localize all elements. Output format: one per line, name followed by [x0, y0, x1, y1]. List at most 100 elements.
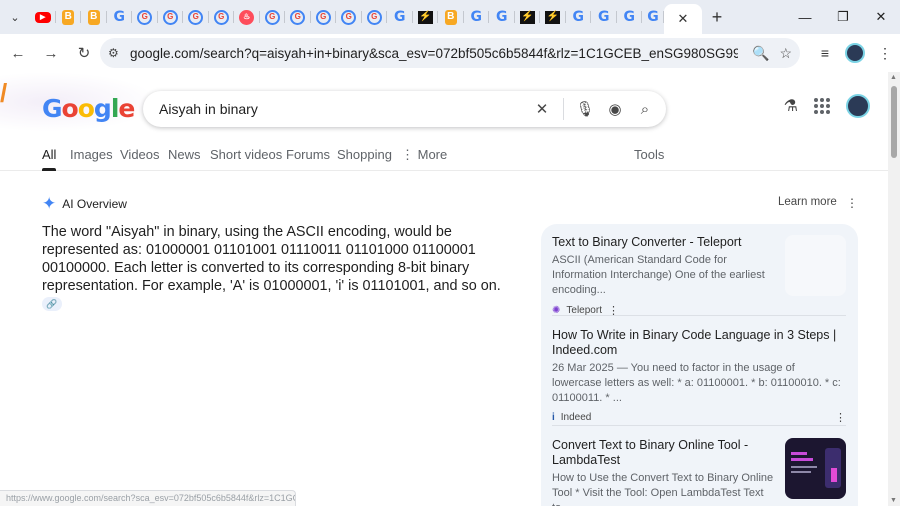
minimize-button[interactable]: — — [786, 0, 824, 34]
source-divider — [552, 425, 846, 426]
forward-button[interactable]: → — [36, 38, 66, 68]
address-bar[interactable]: ⚙ google.com/search?q=aisyah+in+binary&s… — [100, 38, 800, 68]
browser-toolbar: ← → ↻ ⚙ google.com/search?q=aisyah+in+bi… — [0, 34, 900, 72]
tab[interactable]: G — [260, 0, 286, 34]
source-thumbnail[interactable] — [785, 235, 846, 296]
arrow-left-icon: ← — [10, 44, 26, 62]
close-icon: ✕ — [677, 11, 689, 26]
ai-overview-body: The word "Aisyah" in binary, using the A… — [42, 223, 520, 313]
tab[interactable]: B — [56, 0, 82, 34]
tab[interactable]: G — [132, 0, 158, 34]
tab[interactable]: ♨ — [234, 0, 260, 34]
x-icon: ⚡ — [519, 10, 535, 24]
x-icon: ⚡ — [545, 10, 561, 24]
tab[interactable]: G — [464, 0, 490, 34]
tab-videos[interactable]: Videos — [120, 147, 160, 162]
scroll-down-icon[interactable]: ▼ — [890, 497, 897, 504]
apps-grid-icon[interactable] — [814, 98, 830, 114]
bookmark-star-icon[interactable]: ☆ — [779, 45, 792, 62]
tab-images[interactable]: Images — [70, 147, 113, 162]
ai-sources-panel: Text to Binary Converter - Teleport ASCI… — [541, 224, 858, 506]
google-icon: G — [647, 9, 659, 25]
account-avatar[interactable] — [846, 94, 870, 118]
clear-search-button[interactable]: ✕ — [533, 100, 551, 118]
blogger-icon: B — [444, 9, 457, 25]
tab[interactable]: G — [642, 0, 664, 34]
flask-icon[interactable]: ⚗ — [784, 96, 798, 116]
source-card[interactable]: How To Write in Binary Code Language in … — [552, 328, 846, 424]
ai-overview-header: ✦ AI Overview — [42, 194, 127, 214]
tab[interactable]: G — [285, 0, 311, 34]
tab[interactable]: B — [438, 0, 464, 34]
source-divider — [552, 315, 846, 316]
youtube-icon: ▶ — [34, 11, 51, 23]
tab[interactable]: G — [209, 0, 235, 34]
tab[interactable]: G — [336, 0, 362, 34]
tab[interactable]: G — [362, 0, 388, 34]
site-settings-icon[interactable]: ⚙ — [108, 46, 128, 60]
google-lens-icon: G — [341, 9, 357, 25]
close-window-button[interactable]: ✕ — [862, 0, 900, 34]
kebab-menu-icon[interactable]: ⋮ — [835, 411, 846, 424]
profile-button[interactable] — [840, 38, 870, 68]
link-icon[interactable]: 🔗 — [42, 297, 62, 312]
tab[interactable]: G — [387, 0, 413, 34]
search-icon[interactable]: ⌕ — [636, 100, 654, 118]
google-icon: G — [623, 9, 636, 25]
google-lens-icon: G — [290, 9, 306, 25]
search-divider — [563, 98, 564, 120]
tab[interactable]: G — [617, 0, 643, 34]
tab-forums[interactable]: Forums — [286, 147, 330, 162]
scrollbar-thumb[interactable] — [891, 86, 897, 158]
new-tab-button[interactable]: + — [702, 0, 732, 34]
source-title[interactable]: Text to Binary Converter - Teleport — [552, 235, 778, 250]
tab[interactable]: ⚡ — [515, 0, 541, 34]
learn-more-link[interactable]: Learn more — [778, 196, 837, 208]
tab[interactable]: ⚡ — [540, 0, 566, 34]
tab[interactable]: G — [107, 0, 133, 34]
tab[interactable]: G — [489, 0, 515, 34]
google-icon: G — [394, 9, 406, 25]
restore-icon: ❐ — [837, 9, 849, 24]
window-controls: — ❐ ✕ — [786, 0, 900, 34]
google-lens-icon: G — [264, 9, 280, 25]
search-nav-tabs: All Images Videos News Short videos Foru… — [0, 144, 888, 171]
tab[interactable]: ▶ — [30, 0, 56, 34]
page-scrollbar[interactable]: ▲ ▼ — [888, 72, 900, 506]
tools-button[interactable]: Tools — [634, 147, 664, 162]
zoom-icon[interactable]: 🔍 — [752, 45, 769, 62]
reload-button[interactable]: ↻ — [69, 38, 99, 68]
tab[interactable]: G — [311, 0, 337, 34]
search-input[interactable]: Aisyah in binary — [159, 101, 533, 117]
back-button[interactable]: ← — [3, 38, 33, 68]
restore-button[interactable]: ❐ — [824, 0, 862, 34]
media-controls-button[interactable]: ≡ — [810, 38, 840, 68]
tab[interactable]: G — [591, 0, 617, 34]
search-box[interactable]: Aisyah in binary ✕ 🎙 ◉ ⌕ — [143, 91, 666, 127]
microphone-icon[interactable]: 🎙 — [575, 100, 594, 118]
scroll-up-icon[interactable]: ▲ — [890, 74, 897, 81]
tab[interactable]: ⚡ — [413, 0, 439, 34]
ai-overview-options-icon[interactable]: ⋮ — [846, 196, 858, 210]
google-lens-icon: G — [366, 9, 382, 25]
source-thumbnail[interactable] — [785, 438, 846, 499]
tab-shopping[interactable]: Shopping — [337, 147, 392, 162]
tab-short-videos[interactable]: Short videos — [210, 147, 282, 162]
browser-menu-button[interactable]: ⋮ — [870, 38, 900, 68]
source-title[interactable]: How To Write in Binary Code Language in … — [552, 328, 846, 358]
camera-lens-icon[interactable]: ◉ — [606, 100, 624, 118]
tab-more[interactable]: ⋮ More — [401, 147, 447, 163]
tab-all[interactable]: All — [42, 147, 56, 162]
google-lens-icon: G — [162, 9, 178, 25]
source-title[interactable]: Convert Text to Binary Online Tool - Lam… — [552, 438, 778, 468]
tab[interactable]: G — [158, 0, 184, 34]
url-text[interactable]: google.com/search?q=aisyah+in+binary&sca… — [130, 46, 738, 61]
tab-news[interactable]: News — [168, 147, 201, 162]
tab-search-button[interactable]: ⌄ — [0, 0, 30, 34]
active-tab-close-button[interactable]: ✕ — [664, 4, 702, 34]
tab[interactable]: G — [183, 0, 209, 34]
tab[interactable]: B — [81, 0, 107, 34]
google-logo[interactable]: Google — [42, 94, 135, 123]
tab[interactable]: G — [566, 0, 592, 34]
google-icon: G — [598, 9, 610, 25]
